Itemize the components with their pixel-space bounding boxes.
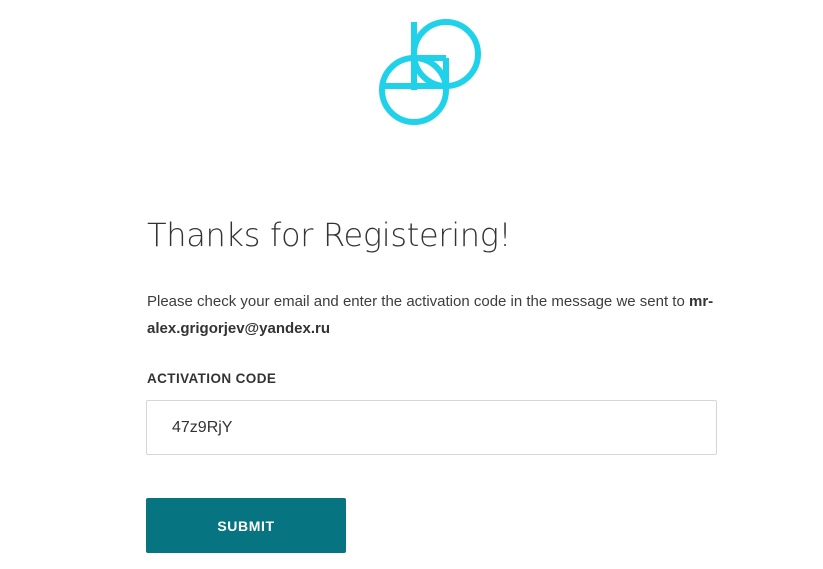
activation-code-label: ACTIVATION CODE: [147, 371, 277, 386]
gemini-logo-icon: [378, 18, 486, 126]
page-title: Thanks for Registering!: [147, 216, 512, 254]
submit-button[interactable]: SUBMIT: [146, 498, 346, 553]
instruction-text: Please check your email and enter the ac…: [147, 293, 689, 310]
instruction-message: Please check your email and enter the ac…: [147, 288, 747, 342]
activation-code-input[interactable]: [146, 400, 717, 455]
